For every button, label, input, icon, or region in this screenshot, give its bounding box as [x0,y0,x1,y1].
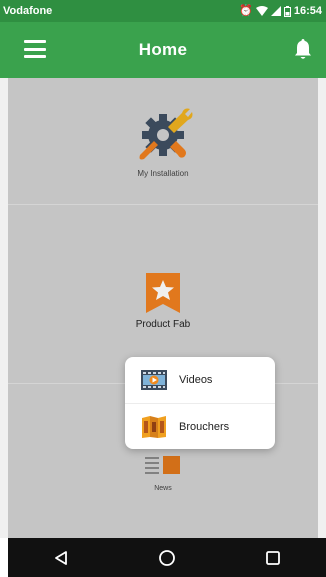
popup-item-videos[interactable]: Videos [125,357,275,403]
wifi-icon [255,6,268,16]
popup-menu: Videos Brouchers [125,357,275,449]
bell-icon[interactable] [294,38,312,60]
home-button[interactable] [137,538,197,577]
recents-icon [266,550,280,565]
status-time: 16:54 [293,5,322,17]
back-button[interactable] [31,538,91,577]
page-title: Home [138,40,188,59]
alarm-icon: ⏰ [239,4,253,17]
battery-icon [283,5,291,17]
signal-icon [270,6,281,16]
carrier-name: Vodafone [3,5,53,17]
dim-overlay[interactable] [0,78,326,538]
video-film-icon [141,370,167,390]
hamburger-menu-icon[interactable] [24,40,46,58]
popup-item-videos-label: Videos [179,374,213,386]
popup-item-brouchers[interactable]: Brouchers [125,403,275,449]
back-icon [55,550,67,565]
status-icons: ⏰ 16:54 [239,5,322,17]
status-bar: Vodafone ⏰ 16:54 [0,0,326,22]
home-icon [159,549,175,566]
brochure-icon [142,415,166,438]
system-nav-bar [8,538,326,577]
popup-item-brouchers-label: Brouchers [179,420,230,433]
recents-button[interactable] [243,538,303,577]
left-edge-bottom [0,538,8,577]
app-bar: Home [0,22,326,78]
